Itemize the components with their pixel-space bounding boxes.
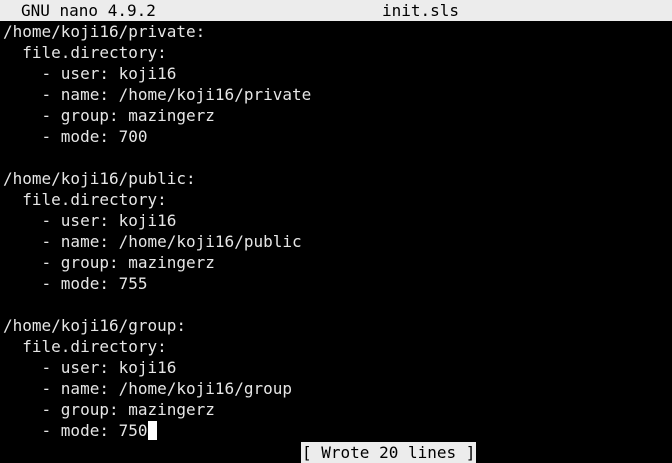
editor-line[interactable]: file.directory:	[3, 42, 671, 63]
editor-line[interactable]: - user: koji16	[3, 63, 671, 84]
editor-line[interactable]	[3, 294, 671, 315]
editor-line[interactable]: - mode: 755	[3, 273, 671, 294]
editor-line[interactable]: - group: mazingerz	[3, 399, 671, 420]
editor-line[interactable]: - name: /home/koji16/private	[3, 84, 671, 105]
editor-line[interactable]: - name: /home/koji16/group	[3, 378, 671, 399]
editor-line[interactable]: - group: mazingerz	[3, 105, 671, 126]
nano-terminal-window: GNU nano 4.9.2 init.sls /home/koji16/pri…	[0, 0, 672, 463]
editor-line-current[interactable]: - mode: 750	[3, 420, 671, 441]
editor-line[interactable]: /home/koji16/public:	[3, 168, 671, 189]
editor-line[interactable]: /home/koji16/private:	[3, 21, 671, 42]
editor-line[interactable]: - mode: 700	[3, 126, 671, 147]
editor-line[interactable]	[3, 147, 671, 168]
editor-line[interactable]: - group: mazingerz	[3, 252, 671, 273]
text-cursor	[147, 421, 157, 440]
editor-line[interactable]: /home/koji16/group:	[3, 315, 671, 336]
status-message: [ Wrote 20 lines ]	[301, 442, 477, 463]
editor-line[interactable]: - user: koji16	[3, 357, 671, 378]
editor-line[interactable]: file.directory:	[3, 336, 671, 357]
editor-text-area[interactable]: /home/koji16/private: file.directory: - …	[3, 21, 671, 441]
app-version-label: GNU nano 4.9.2	[21, 1, 156, 20]
filename-label: init.sls	[382, 1, 460, 20]
editor-line[interactable]: - name: /home/koji16/public	[3, 231, 671, 252]
editor-line[interactable]: - user: koji16	[3, 210, 671, 231]
editor-line[interactable]: file.directory:	[3, 189, 671, 210]
editor-line-text: - mode: 750	[3, 421, 148, 440]
nano-title-bar: GNU nano 4.9.2 init.sls	[0, 0, 672, 21]
